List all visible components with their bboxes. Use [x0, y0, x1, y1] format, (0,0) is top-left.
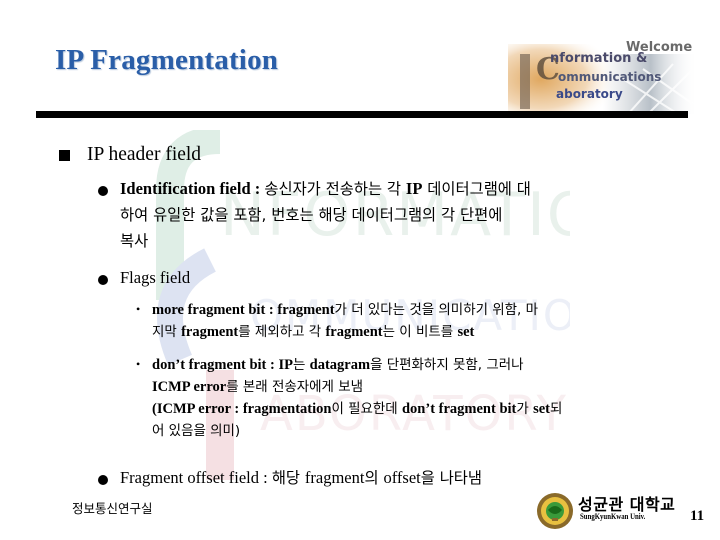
slide-title: IP Fragmentation [55, 44, 279, 76]
slide: NFORMATION OMMUNICATIONS ABORATORY IP Fr… [0, 0, 720, 540]
flags-field-item: Flags field [120, 268, 191, 287]
identification-line-2: 하여 유일한 값을 포함, 번호는 해당 데이터그램의 각 단편에 [120, 206, 503, 224]
small-bullet-icon: • [136, 357, 141, 371]
banner-line2: ommunications [558, 70, 661, 84]
round-bullet-icon [98, 475, 108, 485]
dont-fragment-bit-item: don’t fragment bit : IP는 datagram을 단편화하지… [152, 357, 563, 439]
identification-line-3: 복사 [120, 232, 149, 250]
lab-banner-logo: C Welcome nformation & ommunications abo… [508, 40, 698, 114]
heading-ip-header-field: IP header field [87, 144, 202, 165]
title-divider [36, 111, 688, 118]
identification-line-1: Identification field : 송신자가 전송하는 각 IP 데이… [120, 179, 531, 198]
page-number: 11 [690, 508, 705, 524]
round-bullet-icon [98, 275, 108, 285]
round-bullet-icon [98, 186, 108, 196]
university-name-en: SungKyunKwan Univ. [580, 512, 646, 521]
square-bullet-icon [59, 150, 70, 161]
identification-item: Identification field : 송신자가 전송하는 각 IP 데이… [120, 176, 680, 254]
fragment-offset-item: Fragment offset field : 해당 fragment의 off… [120, 468, 483, 487]
university-emblem-icon [537, 493, 573, 529]
small-bullet-icon: • [136, 302, 141, 316]
footer-lab-name: 정보통신연구실 [72, 501, 153, 516]
banner-line3: aboratory [556, 87, 623, 101]
more-fragment-bit-item: more fragment bit : fragment가 더 있다는 것을 의… [152, 302, 538, 340]
banner-line1: nformation & [550, 51, 647, 66]
